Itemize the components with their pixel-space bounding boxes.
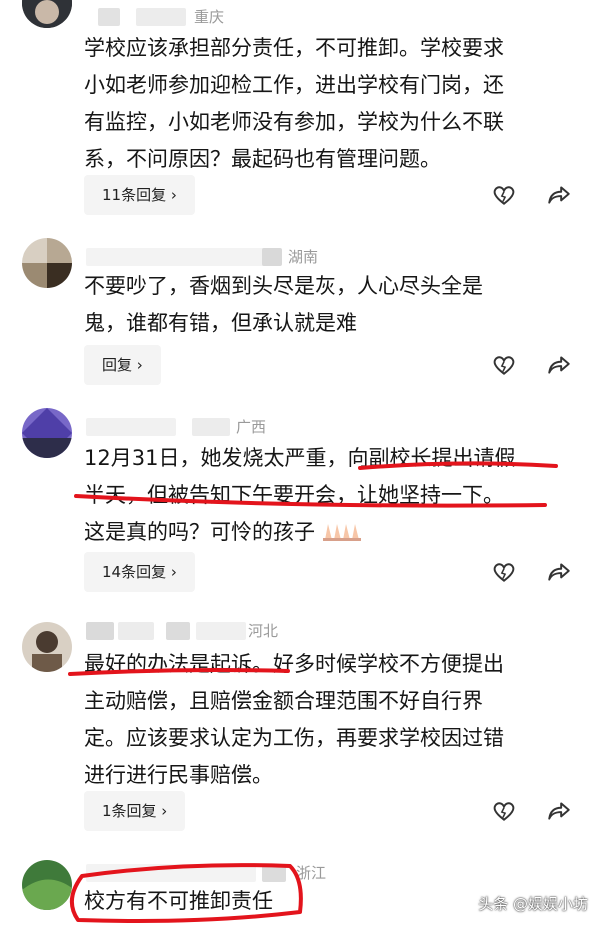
- comment-line: 定。应该要求认定为工伤，再要求学校因过错: [84, 726, 504, 750]
- blurred-username: [86, 622, 114, 640]
- blurred-username: [166, 622, 190, 640]
- blurred-username: [86, 418, 176, 436]
- avatar[interactable]: [22, 0, 72, 28]
- blurred-username: [196, 622, 246, 640]
- comment-line: 有监控，小如老师没有参加，学校为什么不联: [84, 110, 504, 134]
- reply-button[interactable]: 11条回复 ›: [84, 175, 195, 215]
- heart-icon[interactable]: [491, 798, 517, 824]
- comment-line: 学校应该承担部分责任，不可推卸。学校要求: [84, 36, 504, 60]
- blurred-username: [118, 622, 154, 640]
- comment-text: 不要吵了，香烟到头尽是灰，人心尽头全是 鬼，谁都有错，但承认就是难: [84, 268, 584, 342]
- watermark: 头条 @娱娱小坊: [478, 895, 588, 913]
- comment-line-with-emoji: 这是真的吗？可怜的孩子: [84, 514, 584, 551]
- location-label: 河北: [248, 622, 279, 640]
- comment-item: 浙江 校方有不可推卸责任: [0, 850, 600, 926]
- comment-line: 半天，但被告知下午要开会，让她坚持一下。: [84, 483, 504, 507]
- reply-button[interactable]: 14条回复 ›: [84, 552, 195, 592]
- heart-icon[interactable]: [491, 559, 517, 585]
- comment-text: 12月31日，她发烧太严重，向副校长提出请假 半天，但被告知下午要开会，让她坚持…: [84, 440, 584, 551]
- comment-line: 小如老师参加迎检工作，进出学校有门岗，还: [84, 73, 504, 97]
- comment-line: 不要吵了，香烟到头尽是灰，人心尽头全是: [84, 274, 483, 298]
- comment-line: 鬼，谁都有错，但承认就是难: [84, 311, 357, 335]
- comment-item: 河北 最好的办法是起诉。好多时候学校不方便提出 主动赔偿，且赔偿金额合理范围不好…: [0, 620, 600, 850]
- comment-line: 最好的办法是起诉。好多时候学校不方便提出: [84, 652, 504, 676]
- location-label: 浙江: [296, 864, 327, 882]
- comment-line: 进行进行民事赔偿。: [84, 763, 273, 787]
- comment-item: 广西 12月31日，她发烧太严重，向副校长提出请假 半天，但被告知下午要开会，让…: [0, 402, 600, 620]
- comment-item: 湖南 不要吵了，香烟到头尽是灰，人心尽头全是 鬼，谁都有错，但承认就是难 回复 …: [0, 232, 600, 402]
- share-icon[interactable]: [546, 559, 572, 585]
- blurred-username: [262, 248, 282, 266]
- comment-line: 12月31日，她发烧太严重，向副校长提出请假: [84, 446, 516, 470]
- user-meta: 河北: [86, 620, 306, 642]
- share-icon[interactable]: [546, 182, 572, 208]
- heart-icon[interactable]: [491, 352, 517, 378]
- comment-text: 最好的办法是起诉。好多时候学校不方便提出 主动赔偿，且赔偿金额合理范围不好自行界…: [84, 646, 584, 794]
- reply-button[interactable]: 1条回复 ›: [84, 791, 186, 831]
- praying-hands-emoji: [323, 524, 361, 541]
- avatar[interactable]: [22, 860, 72, 910]
- avatar[interactable]: [22, 622, 72, 672]
- blurred-username: [86, 864, 256, 882]
- user-meta: 广西: [86, 416, 286, 438]
- user-meta: 重庆: [86, 6, 286, 28]
- location-label: 湖南: [288, 248, 319, 266]
- heart-icon[interactable]: [491, 182, 517, 208]
- blurred-username: [262, 864, 286, 882]
- comment-text: 学校应该承担部分责任，不可推卸。学校要求 小如老师参加迎检工作，进出学校有门岗，…: [84, 30, 584, 178]
- user-meta: 浙江: [86, 862, 346, 884]
- share-icon[interactable]: [546, 798, 572, 824]
- location-label: 广西: [236, 418, 267, 436]
- location-label: 重庆: [194, 8, 225, 26]
- avatar[interactable]: [22, 238, 72, 288]
- blurred-username: [136, 8, 186, 26]
- comment-line: 主动赔偿，且赔偿金额合理范围不好自行界: [84, 689, 483, 713]
- reply-button[interactable]: 回复 ›: [84, 345, 161, 385]
- user-meta: 湖南: [86, 246, 346, 268]
- comment-line: 这是真的吗？可怜的孩子: [84, 520, 315, 544]
- blurred-username: [86, 248, 266, 266]
- blurred-username: [192, 418, 230, 436]
- share-icon[interactable]: [546, 352, 572, 378]
- comment-line: 系，不问原因？最起码也有管理问题。: [84, 147, 441, 171]
- comment-item: 重庆 学校应该承担部分责任，不可推卸。学校要求 小如老师参加迎检工作，进出学校有…: [0, 0, 600, 232]
- avatar[interactable]: [22, 408, 72, 458]
- blurred-username: [98, 8, 120, 26]
